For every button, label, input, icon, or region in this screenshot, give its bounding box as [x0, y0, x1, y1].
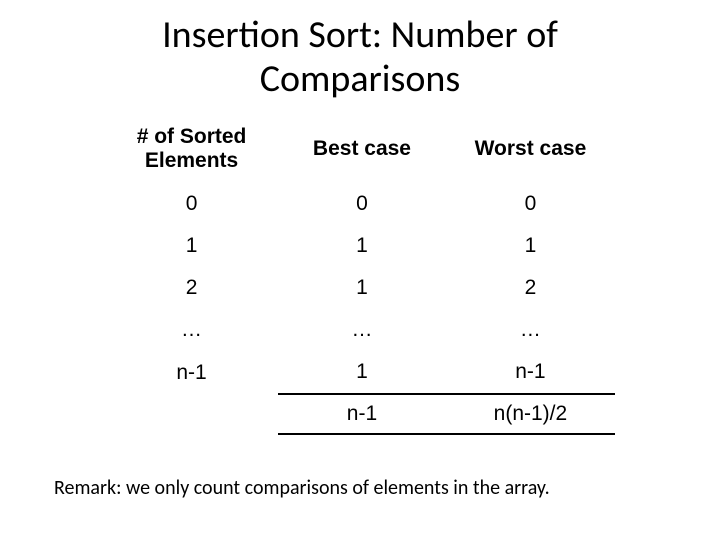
cell-worst: n-1 — [446, 351, 615, 394]
cell-best: 1 — [278, 267, 446, 309]
slide-title: Insertion Sort: Number of Comparisons — [0, 0, 720, 101]
cell-sorted: 2 — [105, 267, 278, 309]
cell-sorted: 0 — [105, 183, 278, 225]
cell-worst: 0 — [446, 183, 615, 225]
table-row: 0 0 0 — [105, 183, 615, 225]
table-row: 2 1 2 — [105, 267, 615, 309]
cell-best: … — [278, 309, 446, 351]
cell-worst: … — [446, 309, 615, 351]
header-worst: Worst case — [446, 123, 615, 183]
slide: Insertion Sort: Number of Comparisons # … — [0, 0, 720, 540]
cell-total-best: n-1 — [278, 394, 446, 434]
title-line-1: Insertion Sort: Number of — [162, 12, 558, 58]
cell-worst: 2 — [446, 267, 615, 309]
cell-best: 1 — [278, 351, 446, 394]
cell-best: 0 — [278, 183, 446, 225]
remark-text: Remark: we only count comparisons of ele… — [54, 476, 550, 500]
table-row: … … … — [105, 309, 615, 351]
cell-sorted: n-1 — [105, 351, 278, 394]
header-sorted-line1: # of Sorted — [137, 125, 247, 148]
cell-sorted: 1 — [105, 225, 278, 267]
comparison-table: # of Sorted Elements Best case Worst cas… — [105, 123, 615, 435]
cell-sorted: … — [105, 309, 278, 351]
cell-worst: 1 — [446, 225, 615, 267]
header-sorted: # of Sorted Elements — [105, 123, 278, 183]
table-total-row: n-1 n(n-1)/2 — [105, 394, 615, 434]
cell-total-empty — [105, 394, 278, 434]
table-row: n-1 1 n-1 — [105, 351, 615, 394]
header-best: Best case — [278, 123, 446, 183]
title-line-2: Comparisons — [260, 56, 461, 102]
comparison-table-wrap: # of Sorted Elements Best case Worst cas… — [105, 123, 615, 435]
cell-best: 1 — [278, 225, 446, 267]
table-header-row: # of Sorted Elements Best case Worst cas… — [105, 123, 615, 183]
cell-total-worst: n(n-1)/2 — [446, 394, 615, 434]
header-sorted-line2: Elements — [145, 149, 238, 172]
table-row: 1 1 1 — [105, 225, 615, 267]
